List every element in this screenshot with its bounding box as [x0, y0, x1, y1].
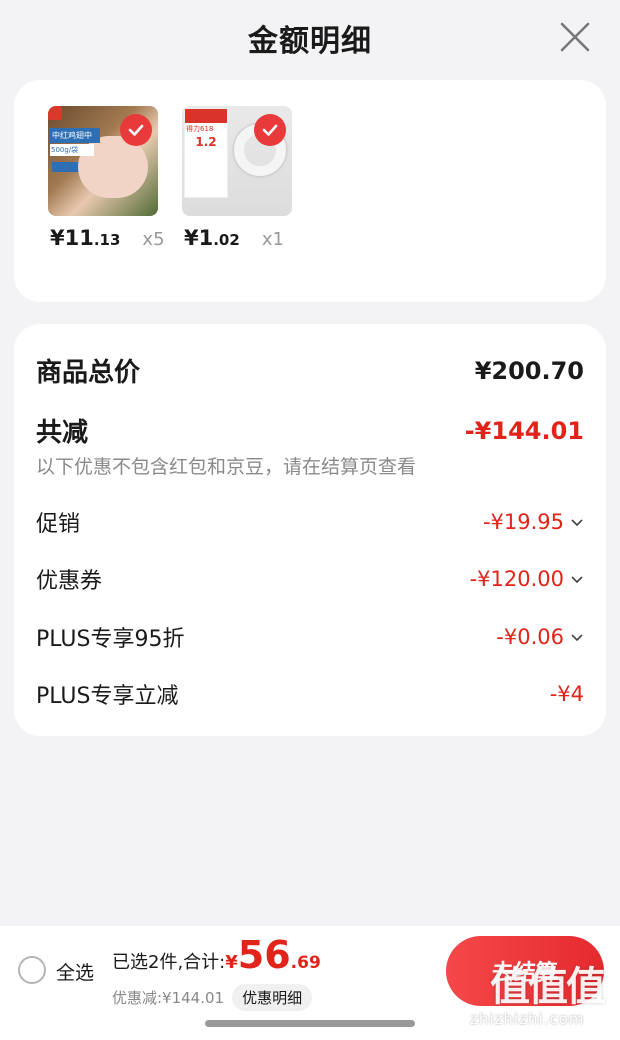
brand-badge: [48, 106, 62, 120]
total-reduction-row: 共减 -¥144.01: [36, 412, 584, 449]
checkmark-icon: [254, 114, 286, 146]
product-price-decimal: .13: [93, 231, 121, 249]
watermark-logo: 值值值: [490, 964, 606, 1010]
close-icon[interactable]: [558, 20, 592, 54]
selected-count-text: 已选2件,合计:: [112, 952, 226, 973]
checkmark-icon: [120, 114, 152, 146]
product-image: 中红鸡翅中 500g/袋: [48, 106, 158, 216]
discount-value: -¥19.95: [483, 510, 584, 534]
product-item[interactable]: 中红鸡翅中 500g/袋: [48, 106, 168, 216]
product-image-panel: 得力618 1.2: [184, 108, 228, 198]
discount-label: 促销: [36, 512, 81, 537]
product-price: ¥11: [50, 226, 94, 250]
product-image-label: 中红鸡翅中: [50, 128, 100, 143]
product-price: ¥1: [184, 226, 214, 250]
total-price-value: ¥200.70: [474, 356, 584, 385]
currency-symbol: ¥: [225, 952, 238, 973]
watermark: 值值值 zhizhizhi.com: [470, 954, 616, 1034]
product-price-decimal: .02: [213, 231, 240, 249]
discount-value: -¥4: [549, 682, 584, 706]
product-price-row: ¥1 .02 x1: [184, 226, 284, 250]
total-price-row: 商品总价 ¥200.70: [36, 352, 584, 389]
chevron-down-icon[interactable]: [570, 515, 584, 529]
discount-label: PLUS专享95折: [36, 627, 185, 652]
discount-row-promotion[interactable]: 促销 -¥19.95: [36, 506, 584, 538]
select-all-radio[interactable]: [18, 956, 46, 984]
product-quantity: x1: [261, 229, 284, 250]
discount-row-plus-reduce: PLUS专享立减 -¥4: [36, 678, 584, 710]
total-reduction-value: -¥144.01: [464, 416, 584, 445]
chevron-down-icon[interactable]: [570, 630, 584, 644]
grand-total-decimal: .69: [290, 953, 321, 973]
discount-detail-button[interactable]: 优惠明细: [232, 984, 313, 1011]
discount-summary: 优惠减:¥144.01: [112, 989, 225, 1007]
product-quantity: x5: [142, 229, 165, 250]
watermark-url: zhizhizhi.com: [470, 1010, 585, 1028]
grand-total-integer: 56: [237, 933, 291, 977]
total-price-label: 商品总价: [36, 358, 141, 388]
discount-row-coupon[interactable]: 优惠券 -¥120.00: [36, 563, 584, 595]
page-title: 金额明细: [248, 24, 372, 59]
product-item[interactable]: 得力618 1.2: [182, 106, 302, 216]
product-image: 得力618 1.2: [182, 106, 292, 216]
header: 金额明细: [0, 0, 620, 76]
total-reduction-label: 共减: [36, 418, 89, 448]
home-indicator[interactable]: [205, 1020, 415, 1027]
product-price-row: ¥11 .13 x5: [50, 226, 165, 250]
discount-label: PLUS专享立减: [36, 684, 179, 709]
products-card: 中红鸡翅中 500g/袋 ¥11 .13 x5 得力618 1.2 ¥1 .02…: [14, 80, 606, 302]
discount-note: 以下优惠不包含红包和京豆，请在结算页查看: [36, 456, 417, 478]
total-line: 已选2件,合计: ¥ 56 .69: [112, 936, 321, 974]
discount-value: -¥120.00: [470, 567, 584, 591]
discount-value: -¥0.06: [496, 625, 584, 649]
discount-label: 优惠券: [36, 569, 103, 594]
price-detail-card: 商品总价 ¥200.70 共减 -¥144.01 以下优惠不包含红包和京豆，请在…: [14, 324, 606, 736]
discount-row-plus95[interactable]: PLUS专享95折 -¥0.06: [36, 621, 584, 653]
select-all-label[interactable]: 全选: [56, 958, 94, 985]
discount-line: 优惠减:¥144.01 优惠明细: [112, 984, 313, 1011]
chevron-down-icon[interactable]: [570, 572, 584, 586]
